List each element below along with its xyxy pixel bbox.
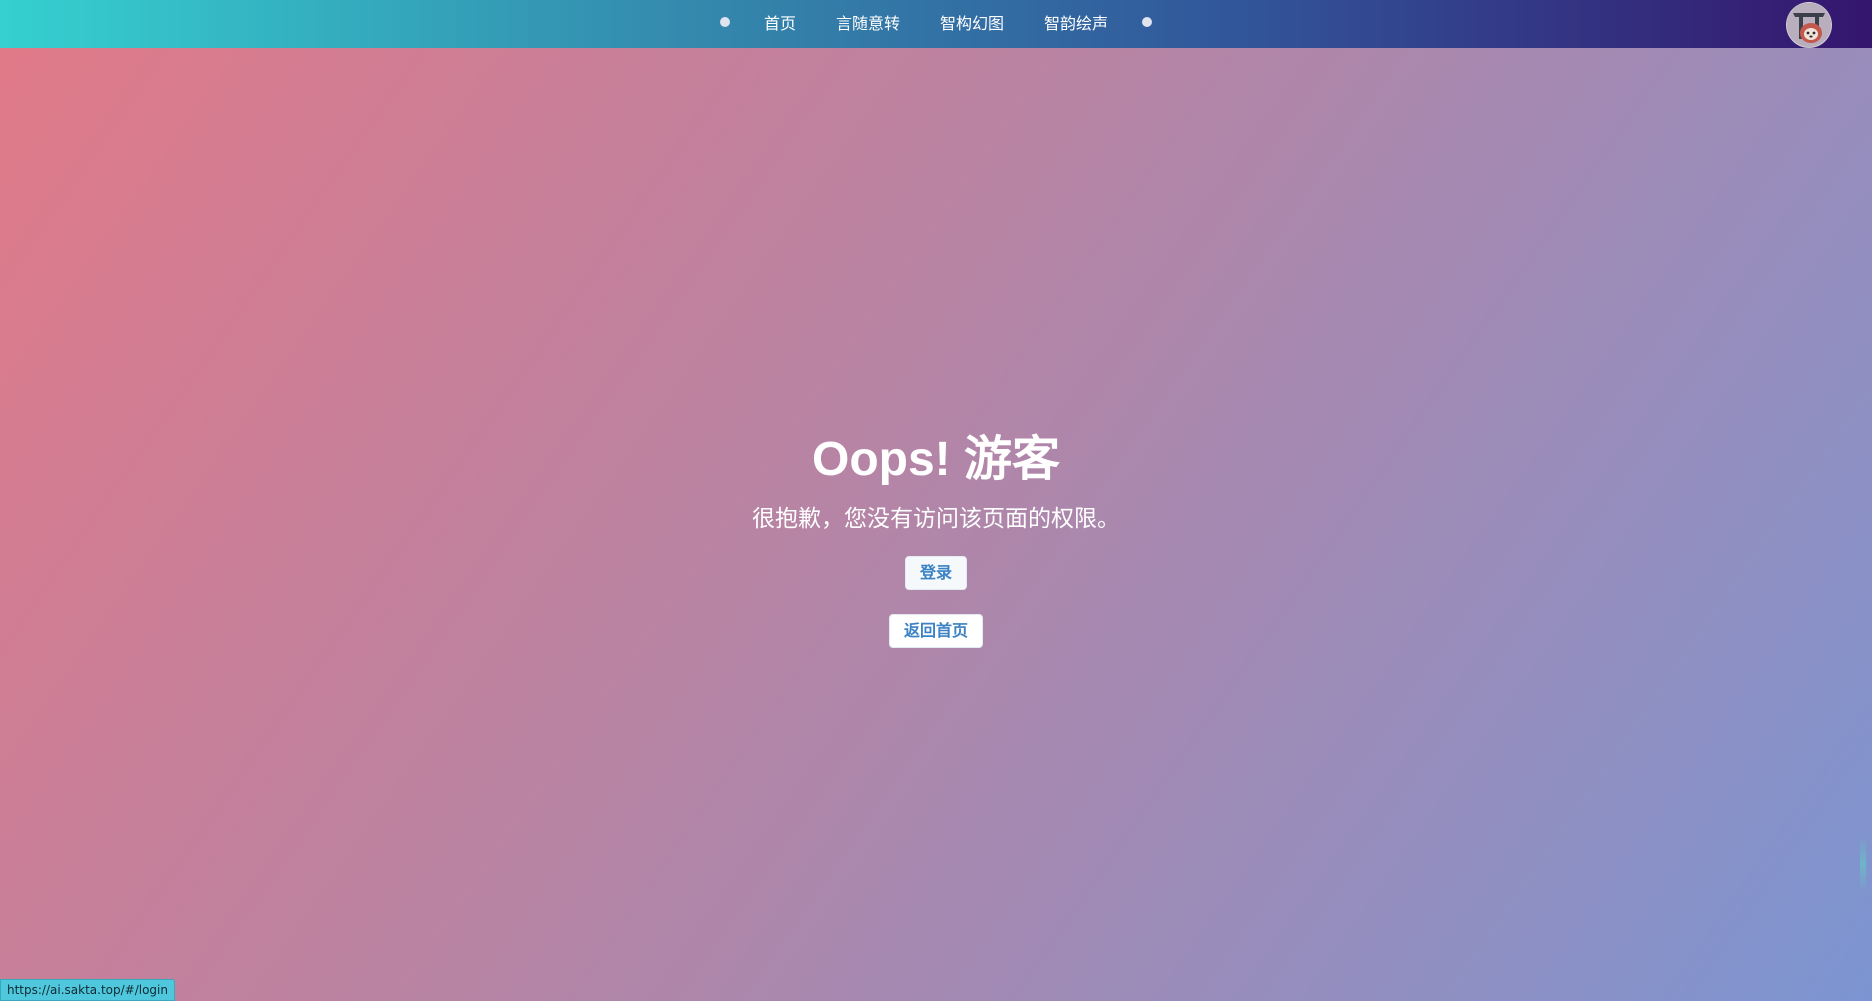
- top-navigation-bar: 首页 言随意转 智构幻图 智韵绘声: [0, 0, 1872, 48]
- nav-menu: 首页 言随意转 智构幻图 智韵绘声: [0, 0, 1872, 44]
- nav-item-text-translate[interactable]: 言随意转: [836, 10, 900, 34]
- nav-item-home[interactable]: 首页: [764, 10, 796, 34]
- status-bar-url: https://ai.sakta.top/#/login: [0, 979, 175, 1001]
- nav-dot-left-icon: [719, 17, 730, 27]
- nav-dot-right-icon: [1142, 17, 1153, 27]
- avatar[interactable]: [1786, 2, 1832, 48]
- page-title: Oops! 游客: [812, 433, 1060, 486]
- login-button[interactable]: 登录: [904, 556, 967, 590]
- avatar-icon: [1787, 3, 1831, 47]
- page: 首页 言随意转 智构幻图 智韵绘声 Oops! 游客 很抱歉，您没有访问该页面的…: [0, 0, 1872, 1001]
- nav-item-image-generation[interactable]: 智构幻图: [940, 10, 1004, 34]
- nav-item-voice-synthesis[interactable]: 智韵绘声: [1044, 10, 1108, 34]
- error-description: 很抱歉，您没有访问该页面的权限。: [752, 506, 1120, 532]
- back-home-button[interactable]: 返回首页: [888, 614, 983, 648]
- error-message-panel: Oops! 游客 很抱歉，您没有访问该页面的权限。 登录 返回首页: [0, 430, 1872, 648]
- scrollbar[interactable]: [1860, 836, 1866, 892]
